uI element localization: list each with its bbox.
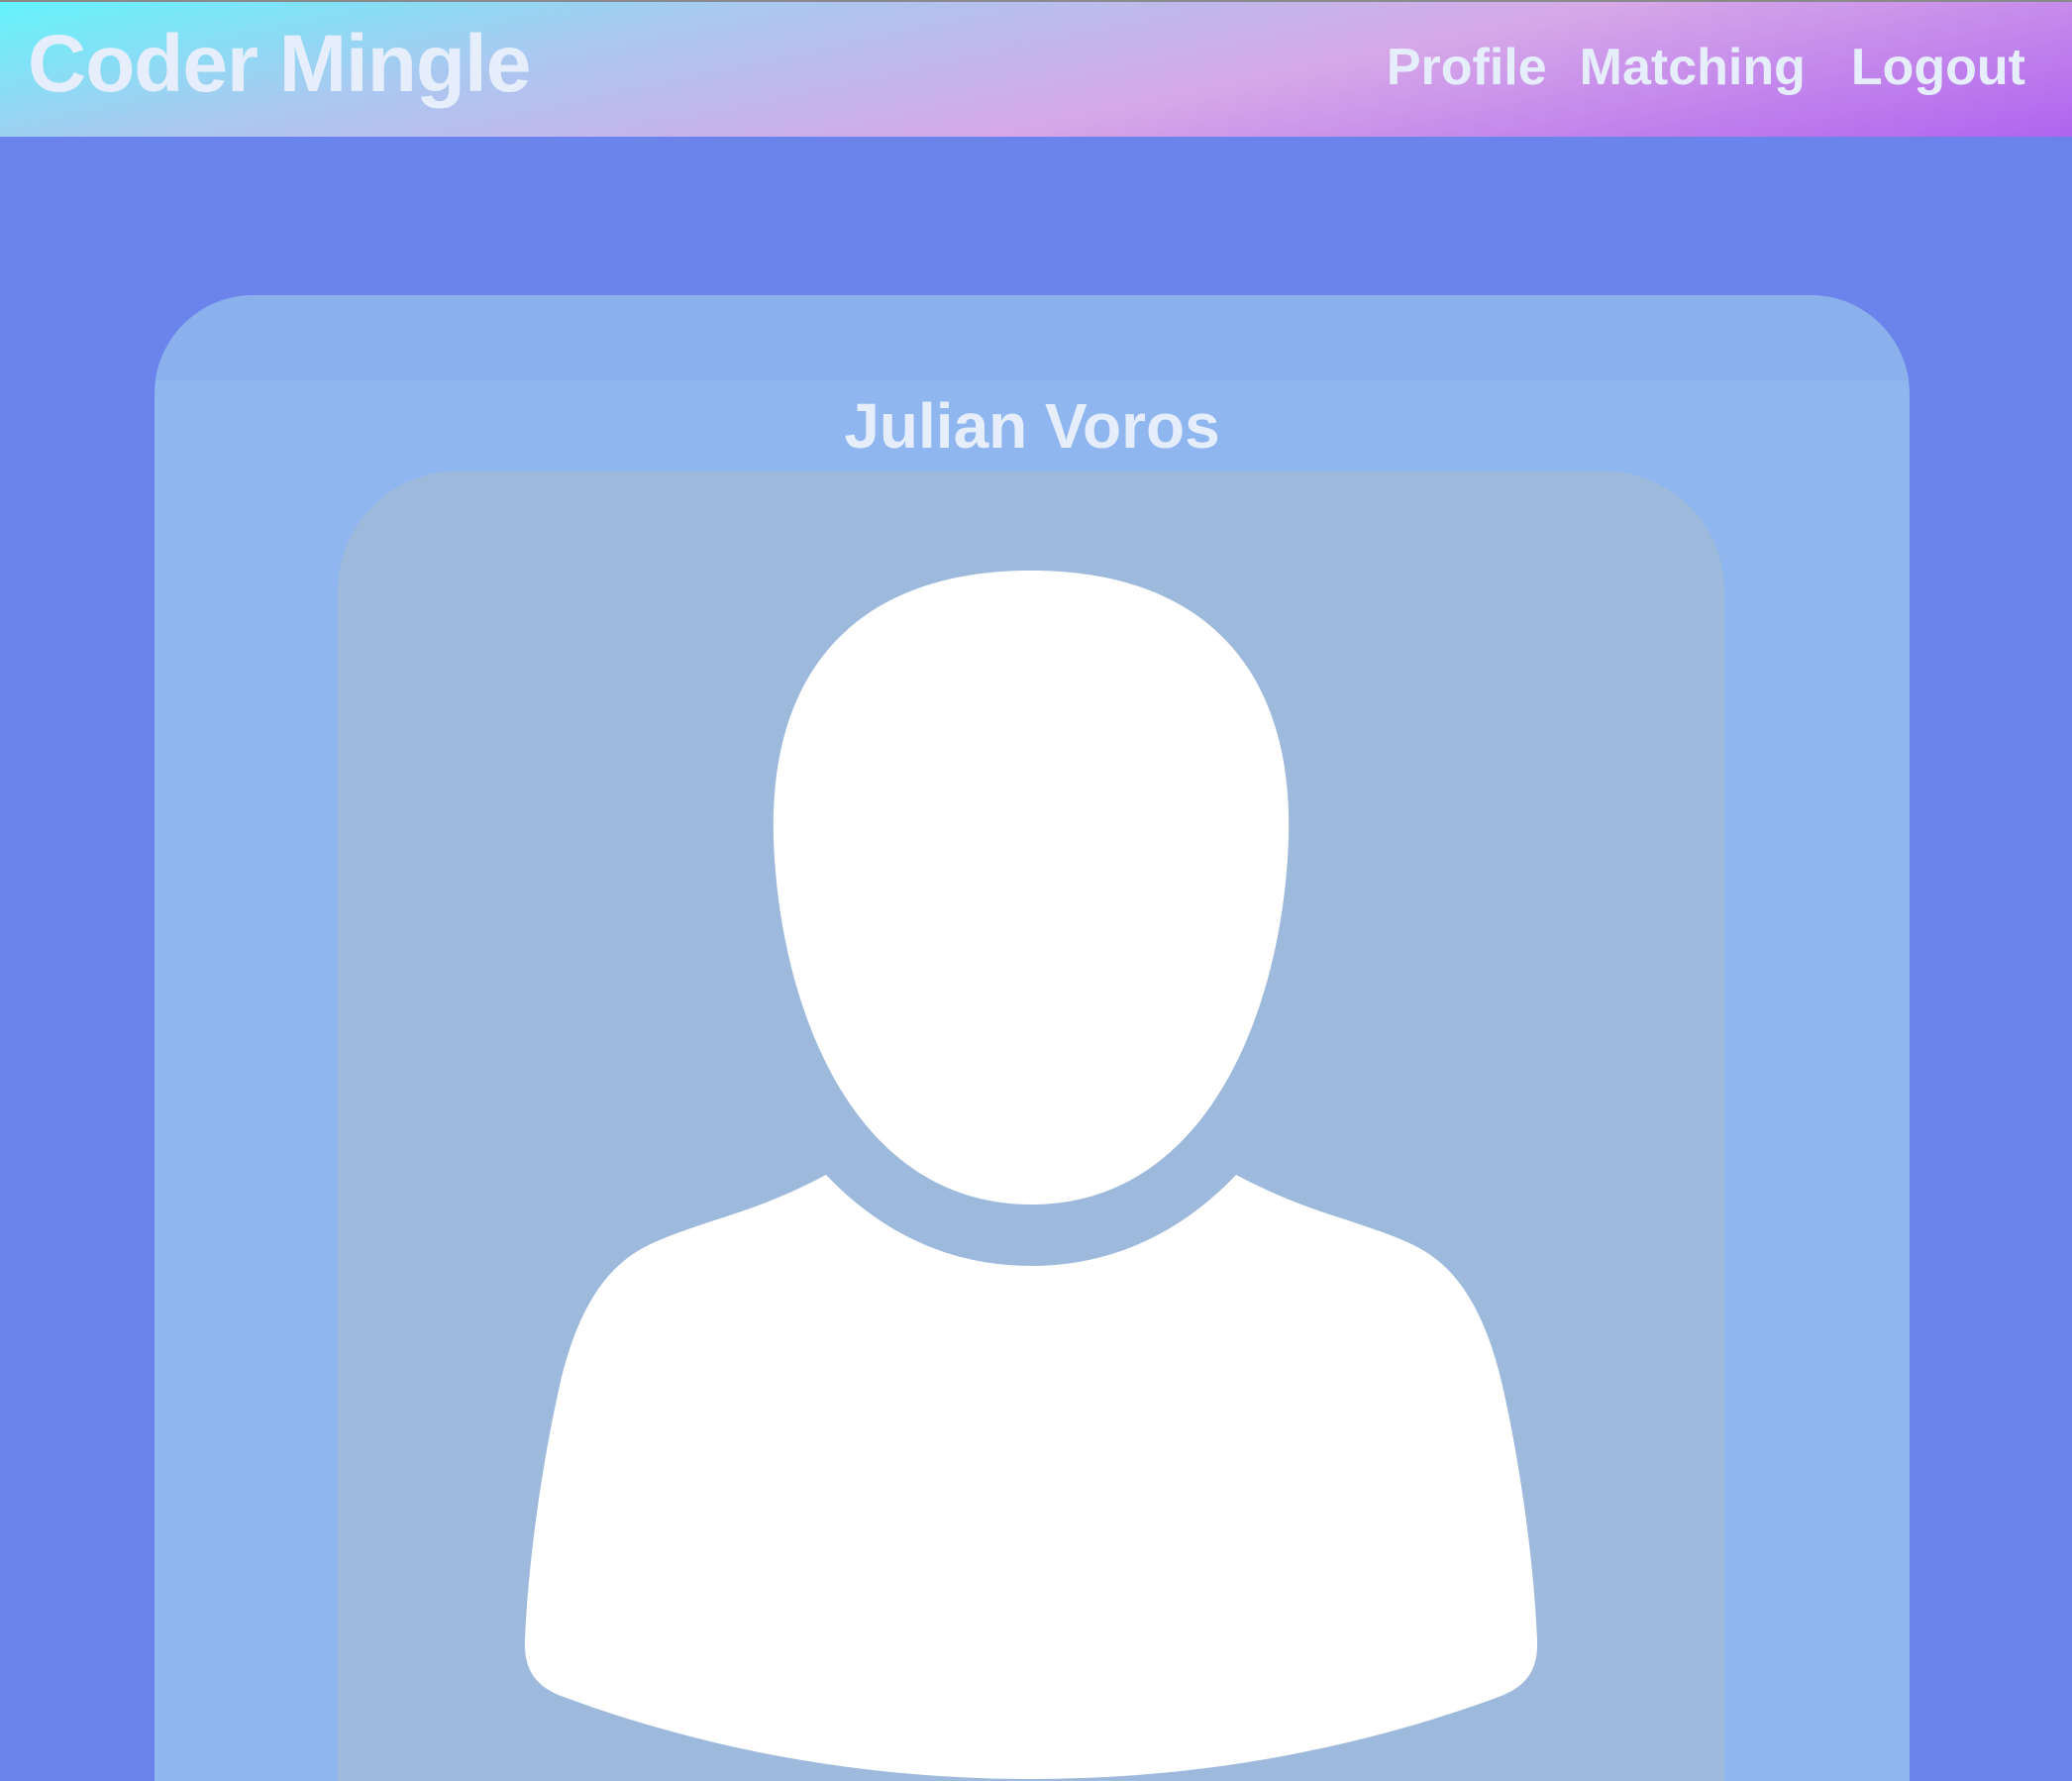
user-silhouette-icon (524, 571, 1538, 1779)
profile-name: Julian Voros (844, 390, 1220, 462)
app-logo-title[interactable]: Coder Mingle (28, 24, 531, 105)
nav-links: Profile Matching Logout (1387, 42, 2025, 93)
profile-card: Julian Voros (155, 295, 1910, 1781)
nav-logout-link[interactable]: Logout (1851, 42, 2025, 93)
card-header-band (155, 295, 1910, 380)
nav-profile-link[interactable]: Profile (1387, 42, 1547, 93)
profile-photo[interactable] (338, 471, 1724, 1781)
nav-matching-link[interactable]: Matching (1580, 42, 1806, 93)
top-navbar: Coder Mingle Profile Matching Logout (0, 0, 2072, 137)
